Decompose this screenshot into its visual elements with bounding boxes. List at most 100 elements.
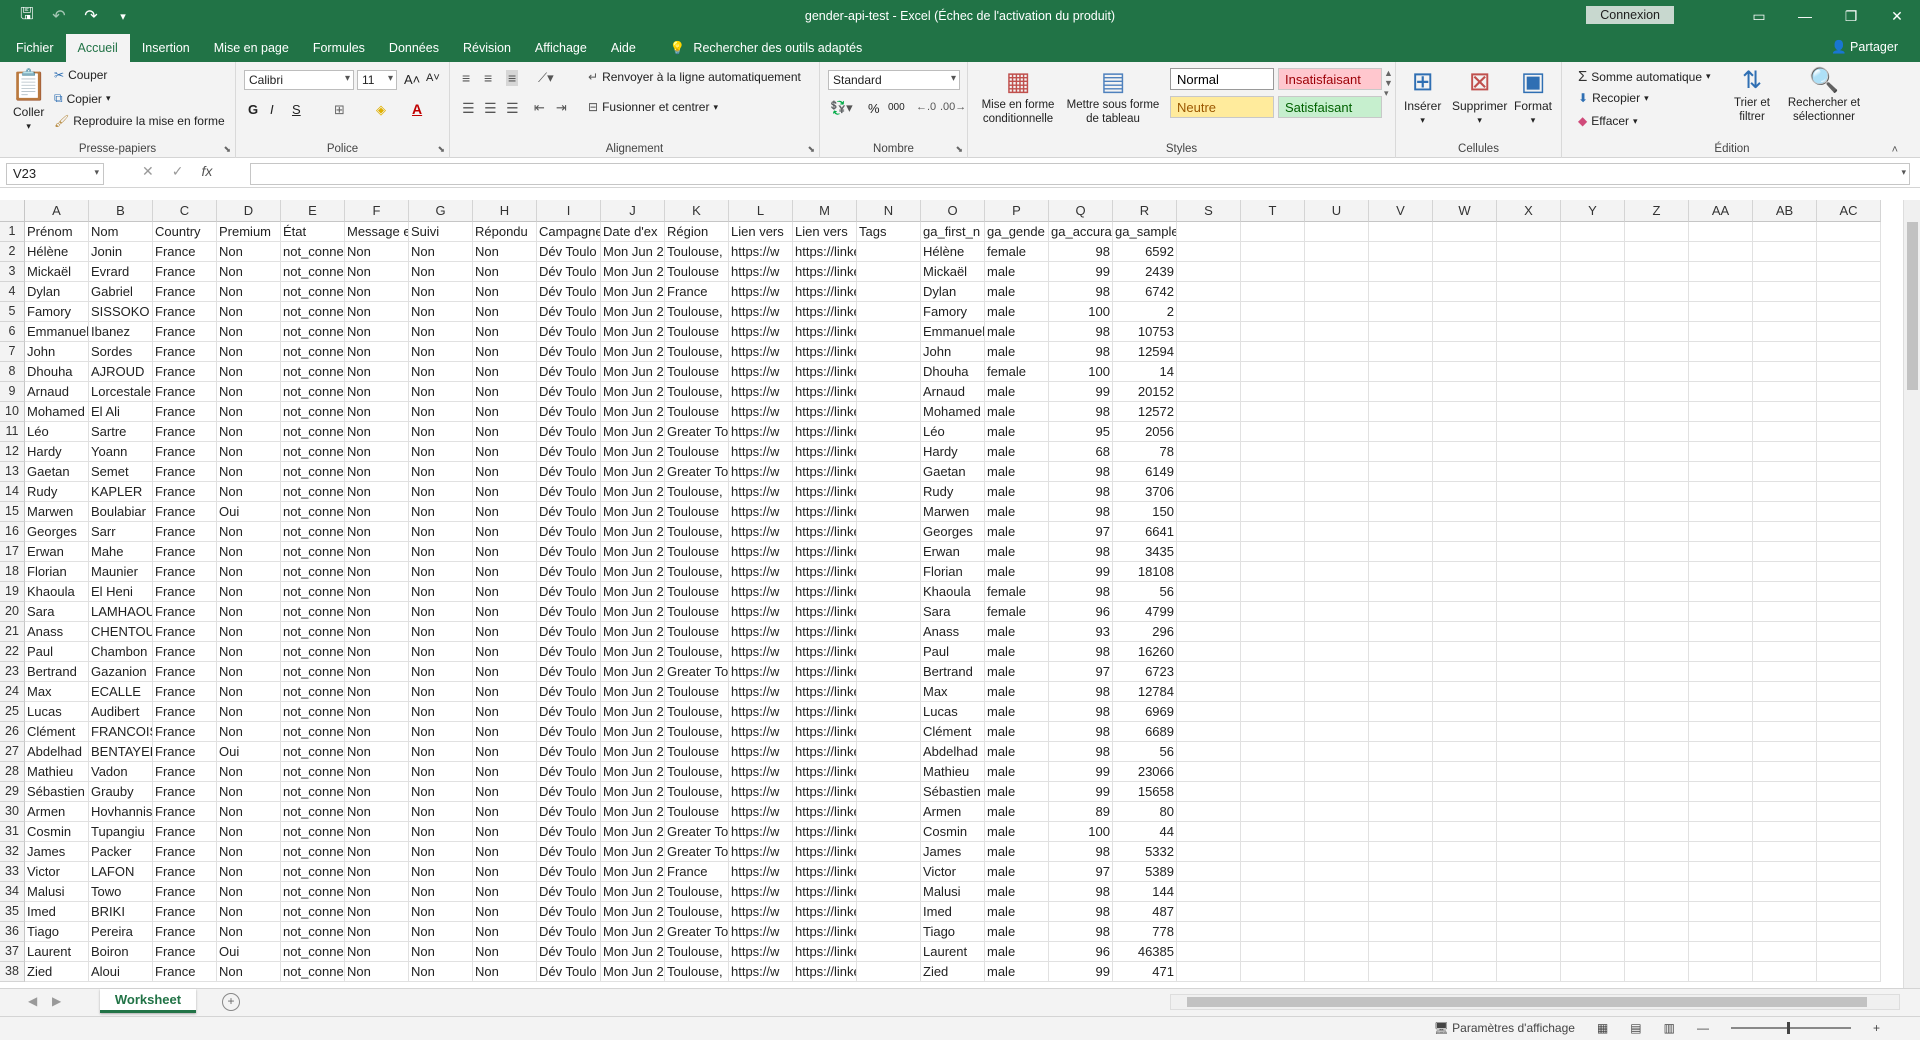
cell[interactable]: [1497, 622, 1561, 642]
cell[interactable]: Non: [345, 442, 409, 462]
cell[interactable]: Toulouse,: [665, 942, 729, 962]
cell[interactable]: not_conne: [281, 362, 345, 382]
cell[interactable]: Non: [473, 662, 537, 682]
cell[interactable]: Hélène: [25, 242, 89, 262]
cell[interactable]: not_conne: [281, 582, 345, 602]
column-header[interactable]: Z: [1625, 200, 1689, 222]
cell[interactable]: Non: [217, 382, 281, 402]
cell[interactable]: Sordes: [89, 342, 153, 362]
cell[interactable]: 95: [1049, 422, 1113, 442]
column-header[interactable]: I: [537, 200, 601, 222]
cell[interactable]: [1561, 782, 1625, 802]
cell[interactable]: male: [985, 742, 1049, 762]
cell[interactable]: [1177, 322, 1241, 342]
cell[interactable]: [1561, 562, 1625, 582]
cell[interactable]: male: [985, 282, 1049, 302]
cell[interactable]: [1625, 642, 1689, 662]
cell[interactable]: https://linkedin.com: [793, 282, 857, 302]
cell[interactable]: Non: [345, 682, 409, 702]
cell[interactable]: [1625, 702, 1689, 722]
cell[interactable]: https://linkedin.com: [793, 682, 857, 702]
cell[interactable]: Non: [345, 762, 409, 782]
cell[interactable]: [1753, 282, 1817, 302]
cell[interactable]: 487: [1113, 902, 1177, 922]
cell[interactable]: [1177, 762, 1241, 782]
cell[interactable]: [1817, 762, 1881, 782]
cell[interactable]: [1305, 342, 1369, 362]
cut-button[interactable]: ✂ Couper: [54, 68, 107, 82]
cell[interactable]: not_conne: [281, 902, 345, 922]
cell[interactable]: France: [153, 582, 217, 602]
cell[interactable]: https://linkedin.com: [793, 902, 857, 922]
cell[interactable]: Non: [217, 782, 281, 802]
column-header[interactable]: AB: [1753, 200, 1817, 222]
cell[interactable]: [857, 462, 921, 482]
cell[interactable]: [1625, 262, 1689, 282]
cell[interactable]: not_conne: [281, 562, 345, 582]
cell[interactable]: [1753, 342, 1817, 362]
cell[interactable]: 12784: [1113, 682, 1177, 702]
cell[interactable]: [1241, 722, 1305, 742]
cell[interactable]: Non: [345, 382, 409, 402]
cell[interactable]: Non: [409, 842, 473, 862]
cell[interactable]: Non: [345, 502, 409, 522]
cell[interactable]: [1561, 442, 1625, 462]
cell[interactable]: Non: [473, 322, 537, 342]
cell[interactable]: Non: [345, 702, 409, 722]
cell[interactable]: Non: [345, 482, 409, 502]
cell[interactable]: France: [153, 902, 217, 922]
cell[interactable]: [857, 742, 921, 762]
cell[interactable]: [1241, 282, 1305, 302]
cell[interactable]: not_conne: [281, 282, 345, 302]
row-header[interactable]: 12: [0, 442, 25, 462]
cell[interactable]: [1561, 502, 1625, 522]
cell[interactable]: not_conne: [281, 942, 345, 962]
cell[interactable]: [1433, 802, 1497, 822]
cell[interactable]: [1497, 462, 1561, 482]
column-header[interactable]: A: [25, 200, 89, 222]
style-neutral[interactable]: Neutre: [1170, 96, 1274, 118]
cell[interactable]: Non: [409, 782, 473, 802]
cell[interactable]: [1497, 242, 1561, 262]
cell[interactable]: Towo: [89, 882, 153, 902]
cell[interactable]: [1305, 562, 1369, 582]
cell[interactable]: Non: [473, 462, 537, 482]
cell[interactable]: [1497, 542, 1561, 562]
cell[interactable]: Non: [473, 722, 537, 742]
delete-button[interactable]: ⊠ Supprimer ▾: [1452, 66, 1507, 126]
cell[interactable]: Mon Jun 2: [601, 502, 665, 522]
cell[interactable]: Greater To: [665, 662, 729, 682]
cell[interactable]: 23066: [1113, 762, 1177, 782]
cell[interactable]: not_conne: [281, 842, 345, 862]
cell[interactable]: not_conne: [281, 702, 345, 722]
cell[interactable]: Non: [345, 282, 409, 302]
cell[interactable]: Non: [345, 862, 409, 882]
cell[interactable]: État: [281, 222, 345, 242]
cell[interactable]: [1753, 582, 1817, 602]
cell[interactable]: Non: [217, 362, 281, 382]
cell[interactable]: [1433, 582, 1497, 602]
cell[interactable]: Non: [409, 882, 473, 902]
cell[interactable]: 98: [1049, 342, 1113, 362]
cell[interactable]: https://linkedin.com: [793, 422, 857, 442]
cell[interactable]: Non: [217, 762, 281, 782]
cell[interactable]: 98: [1049, 462, 1113, 482]
row-header[interactable]: 27: [0, 742, 25, 762]
cell[interactable]: [1497, 402, 1561, 422]
cell[interactable]: 98: [1049, 842, 1113, 862]
autosum-button[interactable]: Σ Somme automatique ▾: [1578, 68, 1711, 85]
redo-icon[interactable]: ↷: [78, 6, 104, 26]
cell[interactable]: [857, 662, 921, 682]
cell[interactable]: France: [153, 502, 217, 522]
cell[interactable]: Non: [409, 302, 473, 322]
cell[interactable]: Greater To: [665, 822, 729, 842]
cell[interactable]: Mon Jun 2: [601, 442, 665, 462]
column-header[interactable]: O: [921, 200, 985, 222]
cell[interactable]: [1369, 482, 1433, 502]
cell[interactable]: [1817, 542, 1881, 562]
cell[interactable]: Victor: [25, 862, 89, 882]
cell[interactable]: [1625, 582, 1689, 602]
cell[interactable]: Non: [409, 382, 473, 402]
cell[interactable]: Dév Toulo: [537, 742, 601, 762]
cell[interactable]: [1625, 602, 1689, 622]
